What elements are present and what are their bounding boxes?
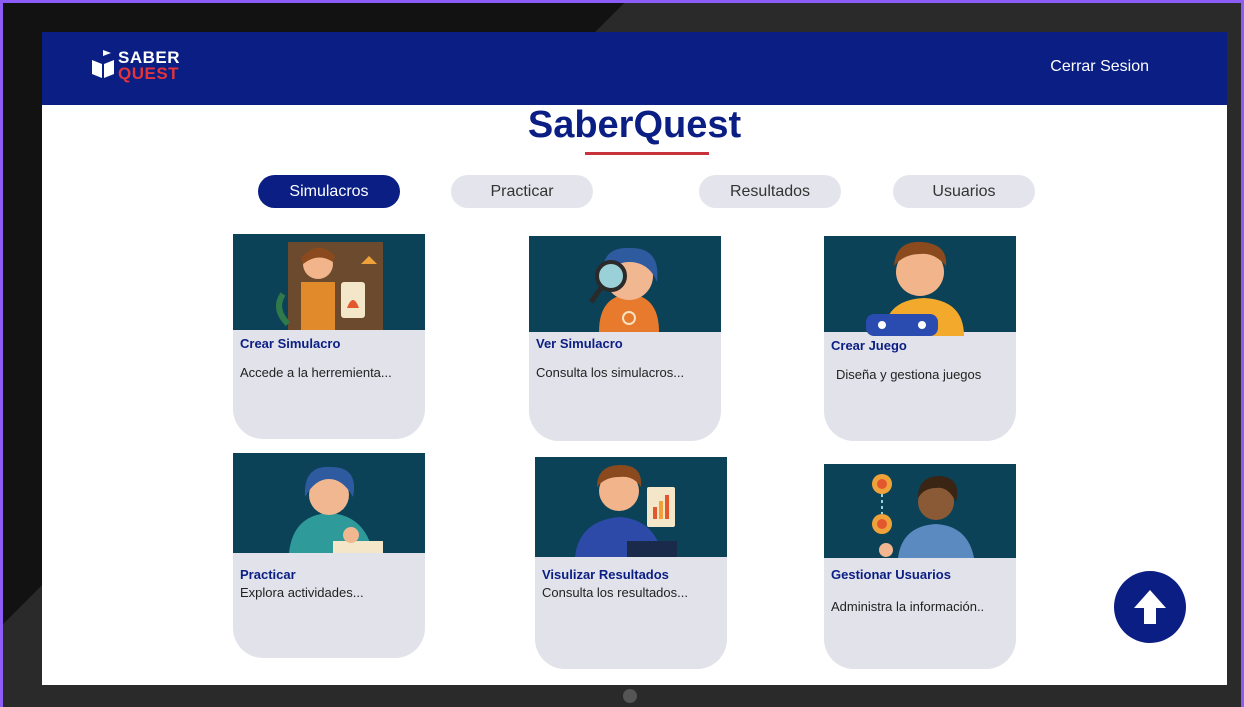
card-description: Accede a la herremienta... bbox=[240, 365, 392, 380]
card-crear-juego[interactable]: Crear Juego Diseña y gestiona juegos bbox=[824, 236, 1016, 441]
card-description: Administra la información.. bbox=[831, 599, 985, 614]
card-description: Explora actividades... bbox=[240, 585, 364, 600]
card-gestionar-usuarios[interactable]: Gestionar Usuarios Administra la informa… bbox=[824, 464, 1016, 669]
card-description: Consulta los resultados... bbox=[542, 585, 688, 600]
card-title: Practicar bbox=[240, 567, 296, 582]
top-navbar: SABER QUEST Cerrar Sesion bbox=[42, 32, 1227, 105]
card-crear-simulacro[interactable]: Crear Simulacro Accede a la herremienta.… bbox=[233, 234, 425, 439]
users-network-illustration-icon bbox=[824, 464, 1016, 558]
logout-link[interactable]: Cerrar Sesion bbox=[1050, 58, 1149, 76]
tab-usuarios[interactable]: Usuarios bbox=[893, 175, 1035, 208]
device-frame: SABER QUEST Cerrar Sesion SaberQuest Sim… bbox=[0, 0, 1244, 707]
student-writing-illustration-icon bbox=[233, 453, 425, 553]
page-title: SaberQuest bbox=[527, 104, 742, 146]
card-title: Crear Juego bbox=[831, 338, 907, 353]
card-title: Visulizar Resultados bbox=[542, 567, 669, 582]
card-visulizar-resultados[interactable]: Visulizar Resultados Consulta los result… bbox=[535, 457, 727, 669]
gamer-illustration-icon bbox=[824, 236, 1016, 336]
card-title: Gestionar Usuarios bbox=[831, 567, 951, 582]
card-practicar[interactable]: Practicar Explora actividades... bbox=[233, 453, 425, 658]
card-ver-simulacro[interactable]: Ver Simulacro Consulta los simulacros... bbox=[529, 236, 721, 441]
teacher-illustration-icon bbox=[233, 234, 425, 330]
card-title: Ver Simulacro bbox=[536, 336, 623, 351]
scroll-top-button[interactable] bbox=[1114, 571, 1186, 643]
card-description: Consulta los simulacros... bbox=[536, 365, 685, 380]
card-description: Diseña y gestiona juegos bbox=[836, 367, 982, 382]
magnifier-illustration-icon bbox=[529, 236, 721, 332]
logo-text-quest: QUEST bbox=[118, 64, 180, 83]
tab-simulacros[interactable]: Simulacros bbox=[258, 175, 400, 208]
card-title: Crear Simulacro bbox=[240, 336, 341, 351]
tab-resultados[interactable]: Resultados bbox=[699, 175, 841, 208]
arrow-up-icon bbox=[1134, 590, 1166, 624]
tab-practicar[interactable]: Practicar bbox=[451, 175, 593, 208]
app-screen: SABER QUEST Cerrar Sesion SaberQuest Sim… bbox=[42, 32, 1227, 685]
device-camera bbox=[623, 689, 637, 703]
results-chart-illustration-icon bbox=[535, 457, 727, 557]
title-underline bbox=[585, 152, 709, 155]
book-flag-icon bbox=[92, 50, 114, 78]
saberquest-logo[interactable]: SABER QUEST bbox=[90, 46, 200, 90]
